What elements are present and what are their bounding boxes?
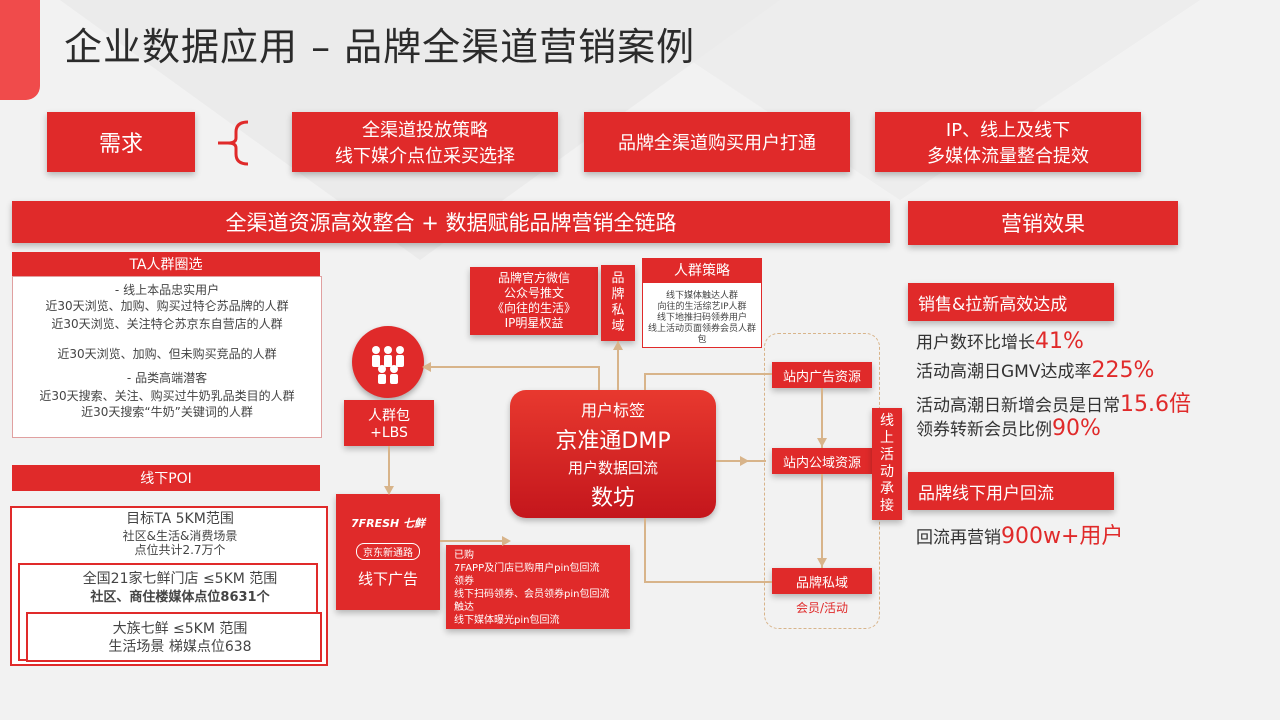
demand-box: 需求 (47, 112, 195, 172)
accent-tab (0, 0, 40, 100)
metric-coupon-conversion: 领券转新会员比例90% (916, 416, 1101, 441)
connector (440, 540, 506, 542)
brand-private-vertical: 品牌私域 (601, 265, 635, 341)
ta-header: TA人群圈选 (12, 252, 320, 276)
metric-remarketing: 回流再营销900w+用户 (916, 524, 1124, 549)
integration-banner: 全渠道资源高效整合 + 数据赋能品牌营销全链路 (12, 201, 890, 243)
sales-header: 销售&拉新高效达成 (908, 283, 1114, 321)
demand-item-3: IP、线上及线下 多媒体流量整合提效 (875, 112, 1141, 172)
metric-user-growth: 用户数环比增长41% (916, 329, 1084, 354)
demand-brace (216, 120, 250, 166)
connector (644, 374, 646, 390)
crowd-strategy-panel: 线下媒体触达人群 向往的生活综艺IP人群 线下地推扫码领券用户 线上活动页面领券会员人… (642, 282, 762, 348)
poi-line: 社区、商住楼媒体点位8631个 (90, 590, 270, 605)
connector (644, 518, 646, 582)
effect-header: 营销效果 (908, 201, 1178, 245)
poi-line: 生活场景 梯媒点位638 (108, 639, 252, 655)
people-circle (352, 326, 424, 398)
fresh-logo: 7FRESH 七鲜 (350, 517, 426, 530)
ta-panel: - 线上本品忠实用户 近30天浏览、加购、购买过特仑苏品牌的人群 近30天浏览、… (12, 276, 322, 438)
repurchase-box: 已购 7FAPP及门店已购用户pin包回流 领券 线下扫码领券、会员领券pin包回流触… (446, 545, 630, 629)
metric-gmv-rate: 活动高潮日GMV达成率225% (916, 358, 1155, 383)
arrow-icon (422, 362, 431, 372)
online-activity-vertical: 线上活动承接 (872, 408, 902, 520)
demand-item-1: 全渠道投放策略 线下媒介点位采买选择 (292, 112, 558, 172)
poi-line: 全国21家七鲜门店 ≤5KM 范围 (82, 571, 278, 587)
poi-line: 目标TA 5KM范围 (126, 511, 234, 527)
demand-item-2: 品牌全渠道购买用户打通 (584, 112, 850, 172)
arrow-icon (384, 486, 394, 495)
crowd-strategy-header: 人群策略 (642, 258, 762, 282)
poi-line: 点位共计2.7万个 (134, 543, 226, 557)
jd-new-channel-logo: 京东新通路 (356, 543, 420, 560)
dmp-box: 用户标签 京准通DMP 用户数据回流 数坊 (510, 390, 716, 518)
offline-header: 品牌线下用户回流 (908, 472, 1114, 510)
poi-line: 大族七鲜 ≤5KM 范围 (112, 621, 248, 637)
arrow-icon (817, 558, 827, 567)
arrow-icon (502, 536, 511, 546)
connector (644, 373, 772, 375)
wechat-box: 品牌官方微信 公众号推文 《向往的生活》 IP明星权益 (470, 267, 598, 335)
arrow-icon (740, 456, 749, 466)
member-activity-label: 会员/活动 (795, 601, 849, 615)
arrow-icon (817, 438, 827, 447)
demand-label: 需求 (98, 132, 143, 157)
crowd-pack-box: 人群包 +LBS (344, 400, 434, 446)
page-title: 企业数据应用 – 品牌全渠道营销案例 (64, 25, 696, 69)
connector (644, 581, 772, 583)
brand-private-domain: 品牌私域 (772, 568, 872, 594)
connector (598, 366, 600, 390)
station-public-resource: 站内公域资源 (772, 448, 872, 474)
connector (821, 474, 823, 568)
arrow-icon (613, 341, 623, 350)
station-ad-resource: 站内广告资源 (772, 362, 872, 388)
metric-new-members: 活动高潮日新增会员是日常15.6倍 (916, 392, 1191, 417)
poi-line: 社区&生活&消费场景 (122, 529, 238, 543)
fresh-ad-box: 7FRESH 七鲜 京东新通路 线下广告 (336, 494, 440, 610)
connector (424, 366, 600, 368)
poi-header: 线下POI (12, 465, 320, 491)
people-group-icon (372, 346, 404, 384)
